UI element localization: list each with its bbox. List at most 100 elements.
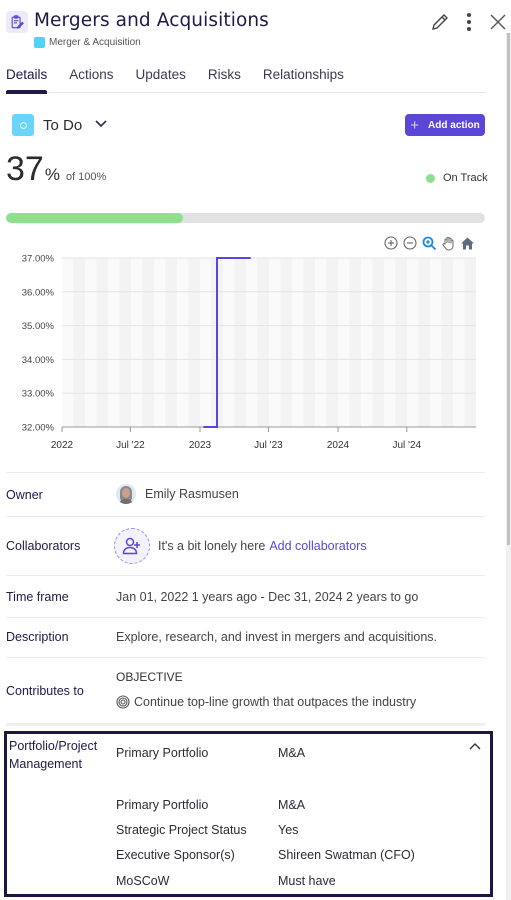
portfolio-item-label: Executive Sponsor(s): [116, 848, 235, 862]
chevron-up-icon: [468, 738, 482, 755]
add-collaborators-link[interactable]: Add collaborators: [269, 539, 366, 553]
x-tick-label: Jul '24: [393, 440, 422, 451]
chart-stripe: [326, 258, 338, 427]
add-action-button[interactable]: + Add action: [405, 114, 485, 136]
chart-stripe: [234, 258, 246, 427]
y-tick-label: 34.00%: [22, 355, 55, 366]
scrollbar-thumb[interactable]: [507, 33, 510, 545]
x-tick-label: 2023: [189, 440, 212, 451]
health-dot-icon: [426, 173, 435, 183]
chart-stripe: [338, 258, 350, 427]
time-frame-label: Time frame: [6, 590, 69, 604]
collaborators-empty-text: It's a bit lonely here: [158, 539, 266, 553]
x-tick-label: Jul '23: [254, 440, 283, 451]
progress-value: 37 % of 100%: [6, 150, 106, 189]
portfolio-item-value: Yes: [278, 823, 299, 837]
close-icon: [489, 13, 507, 36]
x-tick-label: Jul '22: [116, 440, 145, 451]
category-color-swatch: [34, 37, 45, 48]
objective-link[interactable]: Continue top-line growth that outpaces t…: [116, 695, 416, 709]
section-divider: [6, 723, 485, 726]
chart-stripe: [349, 258, 361, 427]
chart-stripe: [73, 258, 85, 427]
chart-stripe: [142, 258, 154, 427]
tab-bar: Details Actions Updates Risks Relationsh…: [6, 66, 486, 94]
portfolio-item-label: Primary Portfolio: [116, 798, 209, 812]
plus-icon: +: [410, 116, 420, 134]
chart-stripe: [154, 258, 166, 427]
y-tick-label: 37.00%: [22, 254, 55, 265]
chart-stripe: [303, 258, 315, 427]
description-label: Description: [6, 630, 69, 644]
chart-stripe: [108, 258, 120, 427]
chart-stripe: [131, 258, 143, 427]
status-circle-icon: [12, 114, 34, 136]
scrollbar[interactable]: [506, 33, 511, 900]
add-action-label: Add action: [428, 119, 480, 131]
description-value: Explore, research, and invest in mergers…: [116, 630, 437, 644]
chart-stripe: [96, 258, 108, 427]
pencil-icon: [429, 11, 451, 38]
progress-unit: %: [44, 165, 60, 184]
status-dropdown[interactable]: To Do: [12, 114, 108, 136]
portfolio-item-label: MoSCoW: [116, 874, 170, 888]
chart-stripe: [441, 258, 453, 427]
portfolio-section-title: Portfolio/Project Management: [9, 739, 98, 771]
chart-stripe: [384, 258, 396, 427]
progress-bar-fill: [6, 213, 184, 223]
portfolio-item-label: Strategic Project Status: [116, 823, 247, 837]
summary-value: M&A: [278, 746, 306, 760]
more-options-button[interactable]: [457, 12, 481, 36]
chart-stripe: [119, 258, 131, 427]
chart-stripe: [280, 258, 292, 427]
collaborators-value: It's a bit lonely here Add collaborators: [114, 528, 367, 564]
x-tick-label: 2022: [51, 440, 74, 451]
collapse-button[interactable]: [468, 738, 484, 754]
edit-button[interactable]: [428, 12, 452, 36]
health-label: On Track: [443, 172, 488, 184]
more-vertical-icon: [466, 12, 472, 37]
chart-stripe: [372, 258, 384, 427]
health-status: On Track: [426, 172, 488, 184]
progress-target: of 100%: [65, 171, 107, 183]
add-user-icon[interactable]: [114, 528, 150, 564]
panel-header: Mergers and Acquisitions Merger & Acquis…: [0, 0, 511, 60]
chart-stripe: [292, 258, 304, 427]
portfolio-section: Portfolio/Project Management Primary Por…: [4, 731, 493, 897]
chart-stripe: [200, 258, 212, 427]
y-tick-label: 33.00%: [22, 389, 55, 400]
objective-name: Continue top-line growth that outpaces t…: [134, 695, 417, 709]
chart-stripe: [257, 258, 269, 427]
chart-stripe: [177, 258, 189, 427]
chart-stripe: [165, 258, 177, 427]
owner-value[interactable]: Emily Rasmusen: [116, 484, 239, 504]
tab-updates[interactable]: Updates: [136, 66, 186, 93]
time-frame-value: Jan 01, 2022 1 years ago - Dec 31, 2024 …: [116, 590, 419, 604]
progress-bar: [6, 213, 485, 223]
progress-number: 37: [6, 150, 44, 188]
tab-relationships[interactable]: Relationships: [263, 66, 344, 93]
category-tag: Merger & Acquisition: [34, 37, 141, 48]
chart-stripe: [464, 258, 476, 427]
chart-stripe: [418, 258, 430, 427]
chart-stripe: [361, 258, 373, 427]
objective-type: OBJECTIVE: [116, 670, 183, 684]
contributes-to-label: Contributes to: [6, 684, 84, 698]
chevron-down-icon: [94, 116, 108, 134]
collaborators-label: Collaborators: [6, 539, 81, 553]
chart-stripe: [62, 258, 74, 427]
status-label: To Do: [43, 116, 83, 134]
chart-stripe: [430, 258, 442, 427]
y-tick-label: 36.00%: [22, 287, 55, 298]
tab-risks[interactable]: Risks: [208, 66, 241, 93]
portfolio-item-value: Shireen Swatman (CFO): [278, 848, 415, 862]
clipboard-edit-icon: [6, 11, 28, 33]
progress-chart: 32.00% 33.00% 34.00% 35.00% 36.00% 37.00% 2022…: [22, 254, 476, 451]
owner-name: Emily Rasmusen: [145, 487, 239, 501]
collaborators-row: Collaborators It's a bit lonely here Add…: [6, 516, 485, 575]
tab-details[interactable]: Details: [6, 66, 48, 94]
tab-actions[interactable]: Actions: [69, 66, 113, 93]
chart-stripe: [223, 258, 235, 427]
chart-stripe: [269, 258, 281, 427]
owner-label: Owner: [6, 488, 43, 502]
